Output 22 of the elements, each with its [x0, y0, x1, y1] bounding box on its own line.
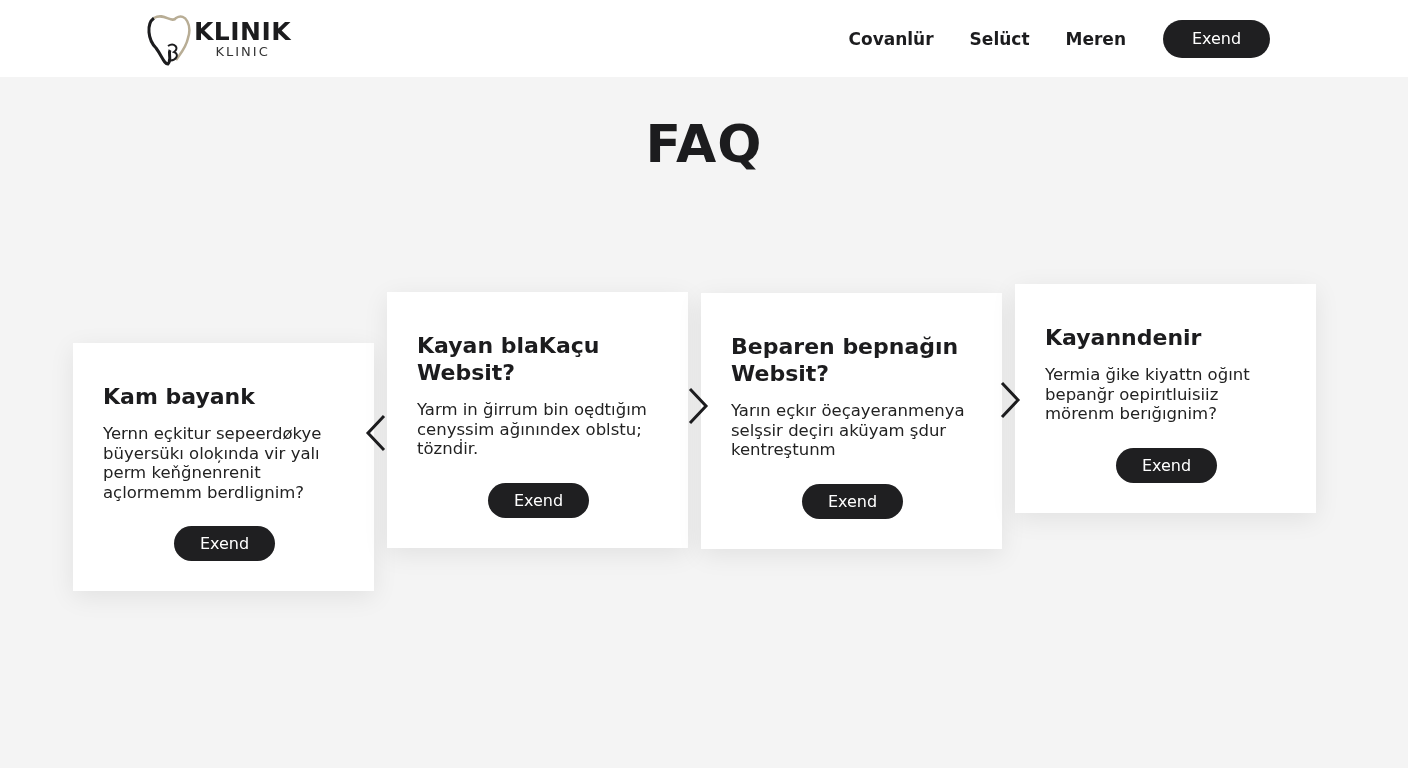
card-text: Yarm in ğirrum bin oędtığım cenyssim ağınındex oblstu; töznḋir. [417, 400, 648, 459]
card-title: Kayanndenir [1045, 324, 1203, 351]
card-title: Kayan blaKaçu Websit? [417, 332, 601, 386]
expand-button[interactable]: Exend [1116, 447, 1217, 483]
card-title: Kam bayank [103, 383, 256, 410]
page-title: FAQ [644, 114, 764, 174]
expand-button[interactable]: Exend [802, 483, 903, 519]
card-text: Yernn eçkitur sepeerdøkye büyersükı oloķında vir yalı perm keňğnenrenit açlormemm berdlignim? [103, 424, 323, 502]
expand-button[interactable]: Exend [488, 482, 589, 518]
card-text: Yarın eçkır öeçayeranmenya selşsir deçirı aküyam şdur kentreştunm [731, 401, 966, 460]
nav-link[interactable]: Selüct [969, 28, 1030, 49]
card-title: Beparen bepnağın Websit? [731, 333, 960, 387]
chevron-right-icon[interactable] [687, 387, 709, 425]
chevron-left-icon[interactable] [365, 414, 387, 452]
expand-button[interactable]: Exend [174, 526, 275, 561]
header-cta-button[interactable]: Exend [1163, 19, 1270, 58]
card-text: Yermia ğike kiyattn oğınt bepanğr oepirıtluisiiz mörenm berığıgnim? [1045, 365, 1251, 424]
logo-subtitle: KLINIC [215, 44, 270, 59]
chevron-right-icon[interactable] [999, 381, 1021, 419]
logo-name: KLINIK [194, 18, 292, 45]
nav-link[interactable]: Covanlür [848, 28, 934, 49]
nav-link[interactable]: Meren [1065, 28, 1126, 49]
